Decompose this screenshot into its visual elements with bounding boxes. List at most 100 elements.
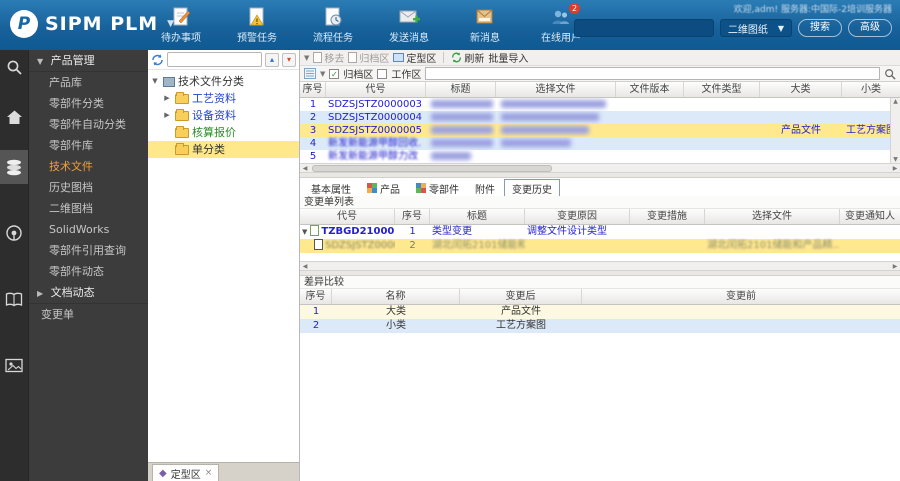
work-zone-checkbox[interactable]: ✓ xyxy=(377,68,388,79)
change-row[interactable]: ▼ TZBGD210001 1 类型变更 调整文件设计类型 xyxy=(300,225,900,239)
sidebar-item-part-class[interactable]: 零部件分类 xyxy=(29,93,148,114)
table-row[interactable]: 5 新发新能源甲醇力改 xyxy=(300,150,900,163)
sidebar-item-history-drawings[interactable]: 历史图档 xyxy=(29,177,148,198)
database-icon xyxy=(7,159,21,175)
nav-process-tasks[interactable]: 流程任务 xyxy=(302,6,364,44)
refresh-button[interactable]: 刷新 xyxy=(451,50,484,65)
empty-area xyxy=(300,333,900,481)
toolbar-dropdown-icon[interactable]: ▼ xyxy=(304,54,309,62)
archive-button[interactable]: 归档区 xyxy=(348,50,389,65)
sidebar-group-doc-dynamics[interactable]: ▶ 文档动态 xyxy=(29,282,148,304)
file-code-text[interactable]: SDZSJSTZ0000006 xyxy=(325,240,395,251)
strip-library[interactable] xyxy=(0,282,28,316)
tree-node-single-class[interactable]: 单分类 xyxy=(148,141,299,158)
sidebar-group-product-mgmt[interactable]: ▼ 产品管理 xyxy=(29,50,148,72)
tab-parts[interactable]: 零部件 xyxy=(409,180,466,197)
process-task-icon xyxy=(325,7,342,26)
filter-toolbar: ▼ ✓ 归档区 ✓ 工作区 xyxy=(300,66,900,82)
scroll-right-icon[interactable]: ▶ xyxy=(890,165,900,172)
table-row[interactable]: 4 新发新能源甲醇回收. xyxy=(300,137,900,150)
advanced-search-button[interactable]: 高级 xyxy=(848,19,892,37)
quick-filter-input[interactable] xyxy=(425,67,880,80)
chevron-down-icon: ▼ xyxy=(152,77,158,85)
sidebar-item-part-dynamics[interactable]: 零部件动态 xyxy=(29,261,148,282)
strip-broadcast[interactable] xyxy=(0,216,28,250)
file-code-link[interactable]: SDZSJSTZ0000005 xyxy=(326,124,426,137)
strip-search[interactable] xyxy=(0,50,28,84)
change-table: 代号 序号 标题 变更原因 变更措施 选择文件 变更通知人 ▼ TZBGD2100… xyxy=(300,209,900,253)
table-row-selected[interactable]: 3 SDZSJSTZ0000005 产品文件 工艺方案图 xyxy=(300,124,900,137)
nav-send-message[interactable]: 发送消息 xyxy=(378,6,440,44)
scrollbar-thumb[interactable] xyxy=(312,165,552,172)
strip-home[interactable] xyxy=(0,100,28,134)
table-row[interactable]: 2 SDZSJSTZ0000004 xyxy=(300,111,900,124)
vertical-scrollbar[interactable]: ▲ ▼ xyxy=(890,98,900,163)
tree-node-equipment-data[interactable]: ▶ 设备资料 xyxy=(148,107,299,124)
tab-attachments[interactable]: 附件 xyxy=(468,180,502,197)
scroll-left-icon[interactable]: ◀ xyxy=(300,165,310,172)
sidebar-item-solidworks[interactable]: SolidWorks xyxy=(29,219,148,240)
folder-icon xyxy=(175,91,189,104)
file-code-link[interactable]: SDZSJSTZ0000004 xyxy=(326,111,426,124)
remove-button[interactable]: 移去 xyxy=(313,50,344,65)
expander-down-icon[interactable]: ▼ xyxy=(302,228,307,236)
tree-node-process-data[interactable]: ▶ 工艺资料 xyxy=(148,90,299,107)
search-category-value: 二维图纸 xyxy=(727,24,768,36)
nav-alert-tasks[interactable]: 预警任务 xyxy=(226,6,288,44)
search-category-dropdown[interactable]: 二维图纸 ▼ xyxy=(719,19,792,37)
search-icon[interactable] xyxy=(884,68,896,80)
chevron-down-icon[interactable]: ▼ xyxy=(320,70,325,78)
archive-zone-checkbox[interactable]: ✓ xyxy=(329,68,340,79)
tab-product[interactable]: 产品 xyxy=(360,180,407,197)
category-root-icon xyxy=(163,76,175,87)
change-code-link[interactable]: TZBGD210001 xyxy=(321,226,395,237)
search-button[interactable]: 搜索 xyxy=(798,19,842,37)
tree-filter-input[interactable] xyxy=(167,52,262,67)
main-toolbar: ▼ 移去 归档区 定型区 刷新 批量导入 xyxy=(300,50,900,66)
sidebar-item-product-library[interactable]: 产品库 xyxy=(29,72,148,93)
diff-row[interactable]: 1 大类 产品文件 xyxy=(300,305,900,319)
tab-change-history[interactable]: 变更历史 xyxy=(504,178,560,198)
scroll-left-icon[interactable]: ◀ xyxy=(300,263,310,270)
file-code-link[interactable]: SDZSJSTZ0000003 xyxy=(326,98,426,111)
diff-row[interactable]: 2 小类 工艺方案图 xyxy=(300,319,900,333)
file-code-link[interactable]: 新发新能源甲醇力改 xyxy=(326,150,426,163)
tree-filter-up-button[interactable]: ▴ xyxy=(265,52,279,67)
sidebar-item-part-ref-query[interactable]: 零部件引用查询 xyxy=(29,240,148,261)
tab-staging-area[interactable]: ◆ 定型区 × xyxy=(152,464,220,481)
staging-area-button[interactable]: 定型区 xyxy=(393,50,436,65)
strip-database[interactable] xyxy=(0,150,28,184)
horizontal-scrollbar[interactable]: ◀ ▶ xyxy=(300,163,900,173)
list-view-icon[interactable] xyxy=(304,68,316,79)
change-row-selected[interactable]: SDZSJSTZ0000006 2 湖北闰拓2101储能和产品精... 湖北闰拓… xyxy=(300,239,900,253)
close-icon[interactable]: × xyxy=(205,468,213,478)
folder-icon xyxy=(175,108,189,121)
table-row[interactable]: 1 SDZSJSTZ0000003 xyxy=(300,98,900,111)
scroll-right-icon[interactable]: ▶ xyxy=(890,263,900,270)
alert-task-icon xyxy=(249,7,264,26)
global-search-input[interactable] xyxy=(573,19,714,37)
sidebar-item-part-library[interactable]: 零部件库 xyxy=(29,135,148,156)
parts-icon xyxy=(416,183,426,193)
sidebar-item-change-order[interactable]: 变更单 xyxy=(29,304,148,325)
nav-todo[interactable]: 待办事项 xyxy=(150,6,212,44)
send-message-icon xyxy=(399,10,420,23)
tab-basic-properties[interactable]: 基本属性 xyxy=(304,180,358,197)
detail-tabs: 基本属性 产品 零部件 附件 变更历史 xyxy=(300,178,900,198)
tree-refresh-icon[interactable] xyxy=(151,54,164,66)
document-icon xyxy=(313,52,323,63)
sidebar-item-part-autoclass[interactable]: 零部件自动分类 xyxy=(29,114,148,135)
batch-import-button[interactable]: 批量导入 xyxy=(488,50,528,65)
scroll-up-icon[interactable]: ▲ xyxy=(893,98,898,105)
redacted-blob xyxy=(501,100,606,108)
tree-root-node[interactable]: ▼ 技术文件分类 xyxy=(148,73,299,90)
window-icon xyxy=(393,53,405,62)
tree-node-cost-quote[interactable]: 核算报价 xyxy=(148,124,299,141)
sidebar-item-2d-drawings[interactable]: 二维图档 xyxy=(29,198,148,219)
file-code-link[interactable]: 新发新能源甲醇回收. xyxy=(326,137,426,150)
strip-images[interactable] xyxy=(0,348,28,382)
sidebar-item-tech-files[interactable]: 技术文件 xyxy=(29,156,148,177)
horizontal-scrollbar-2[interactable]: ◀ ▶ xyxy=(300,261,900,271)
scroll-down-icon[interactable]: ▼ xyxy=(893,156,898,163)
tree-filter-down-button[interactable]: ▾ xyxy=(282,52,296,67)
